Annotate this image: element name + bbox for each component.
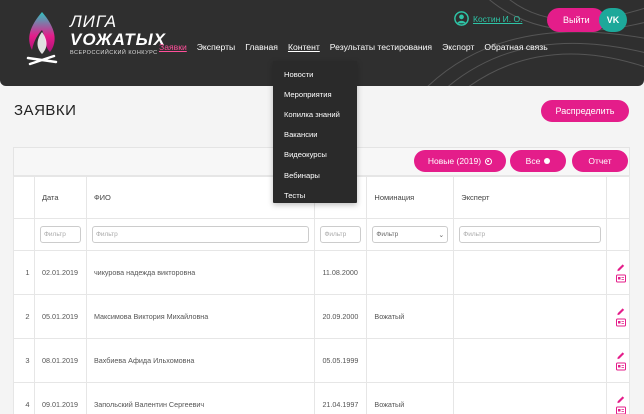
- logout-button[interactable]: Выйти: [547, 8, 605, 32]
- row-number: 1: [13, 250, 35, 295]
- row-number: 4: [13, 382, 35, 414]
- user-profile-link[interactable]: Костин И. О.: [454, 11, 522, 26]
- brand-line-1: ЛИГА: [70, 12, 118, 31]
- applications-table: Дата ФИО рождения Номинация Эксперт Филь…: [13, 176, 631, 414]
- nav-item-export[interactable]: Экспорт: [437, 42, 479, 52]
- birthdate-filter-input[interactable]: Фильтр: [320, 226, 362, 243]
- nav-item-content[interactable]: Контент: [283, 42, 325, 52]
- table-row[interactable]: 1 02.01.2019 чикурова надежда викторовна…: [13, 250, 631, 295]
- page-title: ЗАЯВКИ: [14, 102, 77, 119]
- row-name: Запольский Валентин Сергеевич: [85, 382, 316, 414]
- row-name: чикурова надежда викторовна: [85, 250, 316, 295]
- edit-icon[interactable]: [616, 307, 626, 316]
- nav-item-feedback[interactable]: Обратная связь: [479, 42, 552, 52]
- filter-cell-empty: [605, 218, 631, 251]
- col-header-nomination[interactable]: Номинация: [366, 176, 455, 219]
- id-card-icon[interactable]: [616, 274, 627, 283]
- col-header-number: [13, 176, 35, 219]
- row-actions: [605, 250, 631, 295]
- filter-new-button[interactable]: Новые (2019): [414, 150, 506, 172]
- row-date: 02.01.2019: [33, 250, 87, 295]
- user-name: Костин И. О.: [473, 13, 523, 24]
- menu-item-video-courses[interactable]: Видеокурсы: [273, 145, 357, 165]
- menu-item-webinars[interactable]: Вебинары: [273, 165, 357, 185]
- row-name: Максимова Виктория Михайловна: [85, 294, 316, 339]
- nav-item-home[interactable]: Главная: [240, 42, 283, 52]
- menu-item-knowledge-bank[interactable]: Копилка знаний: [273, 104, 357, 124]
- row-birthdate: 20.09.2000: [314, 294, 368, 339]
- name-filter-input[interactable]: Фильтр: [91, 226, 310, 243]
- user-icon: [454, 11, 469, 26]
- filter-all-button[interactable]: Все: [510, 150, 566, 172]
- row-actions: [605, 338, 631, 383]
- main-nav: Заявки Эксперты Главная Контент Результа…: [154, 42, 553, 52]
- nomination-filter-select[interactable]: Фильтр ⌄: [372, 226, 449, 243]
- row-expert: [453, 250, 607, 295]
- chevron-down-icon: ⌄: [438, 231, 445, 239]
- report-button[interactable]: Отчет: [572, 150, 628, 172]
- row-birthdate: 11.08.2000: [314, 250, 368, 295]
- brand-subtitle: ВСЕРОССИЙСКИЙ КОНКУРС: [70, 50, 158, 56]
- logo-icon[interactable]: [22, 10, 62, 68]
- id-card-icon[interactable]: [616, 362, 627, 371]
- edit-icon[interactable]: [616, 263, 626, 272]
- row-expert: [453, 294, 607, 339]
- col-header-actions: [605, 176, 631, 219]
- vk-icon[interactable]: VK: [599, 8, 627, 32]
- table-row[interactable]: 4 09.01.2019 Запольский Валентин Сергеев…: [13, 382, 631, 414]
- menu-item-vacancies[interactable]: Вакансии: [273, 125, 357, 145]
- row-date: 05.01.2019: [33, 294, 87, 339]
- row-date: 09.01.2019: [33, 382, 87, 414]
- brand-line-2: VОЖАТЫХ: [70, 30, 166, 49]
- row-nomination: Вожатый: [366, 294, 455, 339]
- col-header-expert[interactable]: Эксперт: [453, 176, 607, 219]
- id-card-icon[interactable]: [616, 406, 627, 414]
- edit-icon[interactable]: [616, 395, 626, 404]
- distribute-button[interactable]: Распределить: [541, 100, 629, 122]
- filter-new-label: Новые (2019): [427, 156, 482, 166]
- row-nomination: Вожатый: [366, 382, 455, 414]
- nav-item-experts[interactable]: Эксперты: [192, 42, 240, 52]
- row-expert: [453, 338, 607, 383]
- row-nomination: [366, 338, 455, 383]
- row-nomination: [366, 250, 455, 295]
- row-actions: [605, 382, 631, 414]
- content-dropdown-menu: Новости Мероприятия Копилка знаний Вакан…: [273, 61, 357, 203]
- radio-dot-icon: [544, 158, 551, 164]
- edit-icon[interactable]: [616, 351, 626, 360]
- radio-selected-icon: [485, 157, 493, 165]
- date-filter-input[interactable]: Фильтр: [39, 226, 81, 243]
- row-actions: [605, 294, 631, 339]
- filter-all-label: Все: [525, 156, 541, 166]
- row-expert: [453, 382, 607, 414]
- filter-cell-empty: [13, 218, 35, 251]
- row-number: 3: [13, 338, 35, 383]
- filter-row: Фильтр Фильтр Фильтр Фильтр ⌄ Фильтр: [13, 218, 631, 251]
- nav-item-test-results[interactable]: Результаты тестирования: [325, 42, 437, 52]
- table-row[interactable]: 2 05.01.2019 Максимова Виктория Михайлов…: [13, 294, 631, 339]
- row-date: 08.01.2019: [33, 338, 87, 383]
- row-birthdate: 21.04.1997: [314, 382, 368, 414]
- row-name: Вахбиева Афида Ильхомовна: [85, 338, 316, 383]
- menu-item-tests[interactable]: Тесты: [273, 185, 357, 205]
- menu-item-events[interactable]: Мероприятия: [273, 84, 357, 104]
- table-row[interactable]: 3 08.01.2019 Вахбиева Афида Ильхомовна 0…: [13, 338, 631, 383]
- id-card-icon[interactable]: [616, 318, 627, 327]
- menu-item-news[interactable]: Новости: [273, 64, 357, 84]
- expert-filter-input[interactable]: Фильтр: [459, 226, 601, 243]
- row-birthdate: 05.05.1999: [314, 338, 368, 383]
- row-number: 2: [13, 294, 35, 339]
- col-header-date[interactable]: Дата: [33, 176, 87, 219]
- nav-item-applications[interactable]: Заявки: [154, 42, 192, 52]
